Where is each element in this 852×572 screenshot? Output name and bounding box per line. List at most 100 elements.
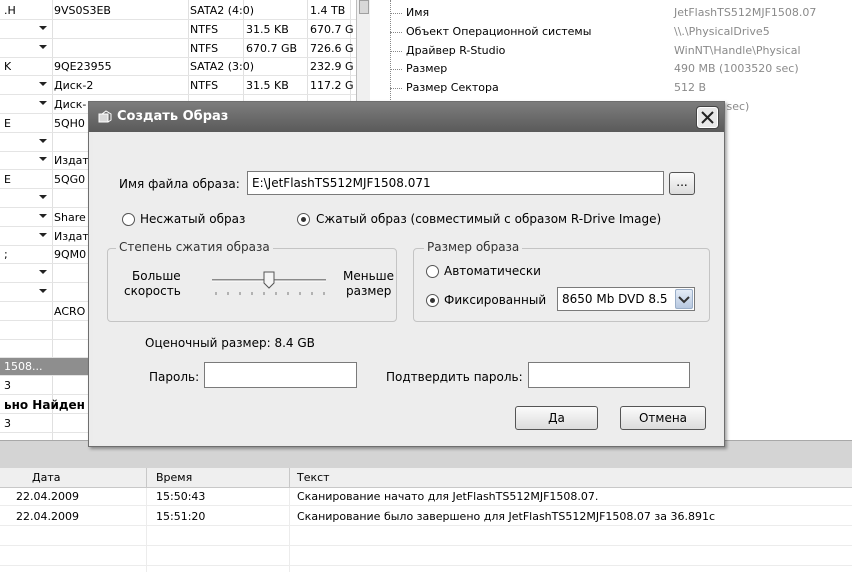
tree-line <box>390 31 402 33</box>
property-name: Имя <box>406 6 430 19</box>
less-size-label-1: Меньше <box>343 269 395 283</box>
table-cell: K <box>4 60 12 74</box>
file-name-label: Имя файла образа: <box>119 177 240 191</box>
auto-size-radio[interactable] <box>426 265 439 278</box>
property-row[interactable]: Размер Сектора 512 B <box>372 79 852 97</box>
table-cell: .H <box>4 4 16 17</box>
column-separator <box>289 488 290 572</box>
size-select-value: 8650 Mb DVD 8.5 <box>562 292 668 306</box>
table-cell: 31.5 KB <box>246 22 289 36</box>
property-row[interactable]: Драйвер R-Studio WinNT\Handle\Physical <box>372 42 852 60</box>
expand-arrow-icon[interactable] <box>38 285 48 300</box>
ok-button[interactable]: Да <box>515 406 598 430</box>
expand-arrow-icon[interactable] <box>38 97 48 112</box>
estimated-size: Оценочный размер: 8.4 GB <box>145 336 315 350</box>
disk-image-icon <box>98 110 112 123</box>
slider-thumb-shape[interactable] <box>263 271 275 289</box>
table-cell: 5QG0 <box>54 173 86 187</box>
table-cell: E <box>4 116 11 130</box>
table-row[interactable]: K 9QE23955 SATA2 (3:0) 232.9 G <box>0 58 356 77</box>
table-cell: NTFS <box>190 22 219 36</box>
log-header-time[interactable]: Время <box>156 471 192 484</box>
table-row[interactable]: .H 9VS0S3EB SATA2 (4:0) 1.4 TB <box>0 2 356 20</box>
slider-ticks <box>215 292 325 295</box>
table-row[interactable]: NTFS 31.5 KB 670.7 G <box>0 21 356 39</box>
table-cell: SATA2 (4:0) <box>190 4 255 17</box>
password-label: Пароль: <box>149 370 200 384</box>
table-row[interactable]: Диск-2 NTFS 31.5 KB 117.2 G <box>0 77 356 96</box>
log-text: Сканирование начато для JetFlashTS512MJF… <box>297 490 599 503</box>
password-input[interactable] <box>204 362 357 388</box>
table-cell: SATA2 (3:0) <box>190 60 255 74</box>
expand-arrow-icon[interactable] <box>38 78 48 93</box>
file-name-input[interactable]: E:\JetFlashTS512MJF1508.071 <box>247 171 664 195</box>
column-separator <box>146 488 147 572</box>
table-cell: 1.4 TB <box>310 4 346 17</box>
expand-arrow-icon[interactable] <box>38 229 48 244</box>
property-value: \\.\PhysicalDrive5 <box>674 24 770 38</box>
dialog-titlebar[interactable]: Создать Образ <box>89 102 724 132</box>
table-cell: 9QM0 <box>54 248 87 262</box>
expand-arrow-icon[interactable] <box>38 41 48 56</box>
close-button[interactable] <box>697 107 718 128</box>
fixed-size-label: Фиксированный <box>444 293 547 307</box>
uncompressed-label: Несжатый образ <box>140 212 246 226</box>
table-cell: ; <box>4 248 8 262</box>
property-name: Объект Операционной системы <box>406 24 592 38</box>
expand-arrow-icon[interactable] <box>38 266 48 281</box>
log-row[interactable]: 22.04.2009 15:50:43 Сканирование начато дл… <box>0 488 852 506</box>
property-row[interactable]: Размер 490 MB (1003520 sec) <box>372 60 852 78</box>
table-cell: Издат <box>54 229 89 243</box>
expand-arrow-icon[interactable] <box>38 135 48 150</box>
table-cell: Диск-2 <box>54 79 94 93</box>
column-separator <box>146 468 147 488</box>
uncompressed-radio[interactable] <box>122 213 135 226</box>
compression-group: Степень сжатия образа Больше скорость Ме… <box>107 240 397 322</box>
more-speed-label-2: скорость <box>124 284 181 298</box>
tree-line <box>390 69 402 71</box>
expand-arrow-icon[interactable] <box>38 210 48 225</box>
table-cell: 232.9 G <box>310 60 354 74</box>
table-cell: 1508... <box>4 360 43 374</box>
property-value: 512 B <box>674 81 707 95</box>
confirm-password-label: Подтвердить пароль: <box>386 370 523 384</box>
expand-arrow-icon[interactable] <box>38 22 48 37</box>
expand-arrow-icon[interactable] <box>38 191 48 206</box>
log-time: 15:51:20 <box>156 510 206 523</box>
table-cell: Издат <box>54 154 89 168</box>
table-cell: 9VS0S3EB <box>54 4 111 17</box>
log-header-text[interactable]: Текст <box>297 471 330 484</box>
chevron-down-icon[interactable] <box>675 289 693 309</box>
less-size-label-2: размер <box>346 284 392 298</box>
property-name: Драйвер R-Studio <box>406 43 506 57</box>
confirm-password-input[interactable] <box>528 362 690 388</box>
property-name: Размер Сектора <box>406 81 499 95</box>
close-icon <box>701 111 714 124</box>
compression-slider[interactable] <box>208 267 332 303</box>
table-cell: ACRO <box>54 304 86 318</box>
property-value: 490 MB (1003520 sec) <box>674 62 799 76</box>
table-row[interactable]: NTFS 670.7 GB 726.6 G <box>0 40 356 58</box>
table-cell: 670.7 G <box>310 22 354 36</box>
browse-button[interactable]: ... <box>669 172 695 195</box>
slider-thumb[interactable] <box>263 271 275 289</box>
tree-line <box>390 13 402 14</box>
scrollbar-thumb[interactable] <box>359 0 369 14</box>
image-size-group-title: Размер образа <box>424 240 523 254</box>
auto-size-label: Автоматически <box>444 264 541 278</box>
log-row[interactable] <box>0 548 852 566</box>
cancel-button[interactable]: Отмена <box>620 406 706 430</box>
size-select[interactable]: 8650 Mb DVD 8.5 <box>557 287 695 311</box>
table-cell: E <box>4 173 11 187</box>
table-cell: 3 <box>4 379 11 393</box>
log-row[interactable] <box>0 528 852 546</box>
expand-arrow-icon[interactable] <box>38 153 48 168</box>
table-cell: 117.2 G <box>310 79 354 93</box>
fixed-size-radio[interactable] <box>426 294 439 307</box>
column-separator <box>289 468 290 488</box>
log-header-date[interactable]: Дата <box>32 471 60 484</box>
log-row[interactable]: 22.04.2009 15:51:20 Сканирование было заве… <box>0 508 852 526</box>
property-row[interactable]: Объект Операционной системы \\.\PhysicalD… <box>372 23 852 41</box>
property-row[interactable]: Имя JetFlashTS512MJF1508.07 <box>372 4 852 22</box>
compressed-radio[interactable] <box>297 213 310 226</box>
